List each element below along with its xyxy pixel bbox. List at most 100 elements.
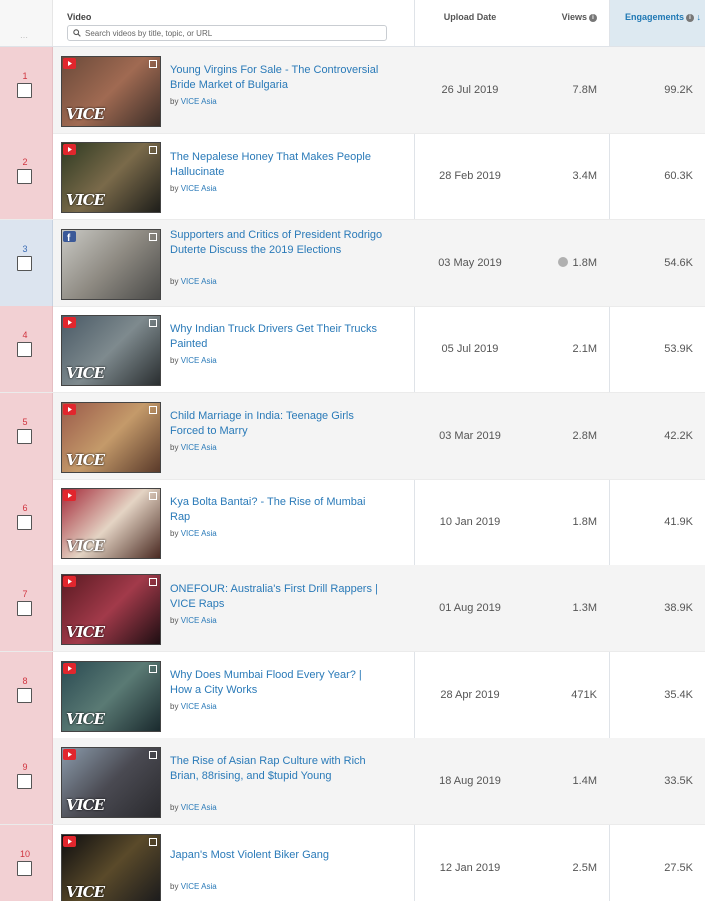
vice-logo: VICE (66, 710, 105, 728)
views-count: 1.3M (530, 602, 597, 614)
table-row[interactable]: 8 VICE Why Does Mumbai Flood Every Year?… (0, 652, 705, 739)
video-thumbnail[interactable]: VICE (61, 488, 161, 559)
table-row[interactable]: 5 VICE Child Marriage in India: Teenage … (0, 393, 705, 480)
byline-prefix: by (170, 356, 179, 365)
external-link-icon[interactable] (149, 146, 157, 154)
engagements-column-header[interactable]: Engagements i ↓ (609, 0, 705, 46)
channel-byline: by VICE Asia (170, 803, 217, 812)
external-link-icon[interactable] (149, 578, 157, 586)
channel-byline: by VICE Asia (170, 443, 217, 452)
upload-date-column-header[interactable]: Upload Date (415, 12, 525, 22)
table-row[interactable]: 2 VICE The Nepalese Honey That Makes Peo… (0, 133, 705, 220)
table-row[interactable]: 10 VICE Japan's Most Violent Biker Gang … (0, 825, 705, 901)
info-icon[interactable]: i (589, 14, 597, 22)
upload-date: 03 May 2019 (438, 257, 502, 269)
row-checkbox[interactable] (17, 342, 32, 357)
sort-descending-icon[interactable]: ↓ (697, 12, 702, 22)
row-checkbox[interactable] (17, 515, 32, 530)
table-row[interactable]: 1 VICE Young Virgins For Sale - The Cont… (0, 47, 705, 134)
video-thumbnail[interactable]: VICE (61, 574, 161, 645)
row-checkbox[interactable] (17, 83, 32, 98)
rank-cell: 5 (0, 393, 53, 479)
external-link-icon[interactable] (149, 665, 157, 673)
video-title-link[interactable]: The Rise of Asian Rap Culture with Rich … (170, 754, 385, 784)
channel-link[interactable]: VICE Asia (181, 277, 217, 286)
views-label: Views (561, 12, 587, 22)
youtube-icon (63, 404, 76, 415)
video-title-link[interactable]: Child Marriage in India: Teenage Girls F… (170, 409, 385, 439)
rank-number: 5 (22, 417, 28, 427)
rank-cell: 7 (0, 565, 53, 651)
table-row[interactable]: 3 f Supporters and Critics of President … (0, 220, 705, 307)
row-checkbox[interactable] (17, 688, 32, 703)
video-title-link[interactable]: Japan's Most Violent Biker Gang (170, 848, 385, 863)
channel-link[interactable]: VICE Asia (181, 616, 217, 625)
row-checkbox[interactable] (17, 774, 32, 789)
row-checkbox[interactable] (17, 169, 32, 184)
vice-logo: VICE (66, 364, 105, 382)
engagements-count: 99.2K (664, 84, 693, 96)
row-checkbox[interactable] (17, 601, 32, 616)
video-column-header[interactable]: Video (67, 12, 91, 22)
video-thumbnail[interactable]: f (61, 229, 161, 300)
channel-link[interactable]: VICE Asia (181, 97, 217, 106)
external-link-icon[interactable] (149, 751, 157, 759)
video-title-link[interactable]: Young Virgins For Sale - The Controversi… (170, 63, 385, 93)
channel-link[interactable]: VICE Asia (181, 803, 217, 812)
vice-logo: VICE (66, 451, 105, 469)
video-title-link[interactable]: Supporters and Critics of President Rodr… (170, 228, 385, 258)
channel-link[interactable]: VICE Asia (181, 184, 217, 193)
table-row[interactable]: 4 VICE Why Indian Truck Drivers Get Thei… (0, 306, 705, 393)
external-link-icon[interactable] (149, 233, 157, 241)
views-column-header[interactable]: Views i (530, 12, 597, 22)
rank-cell: 2 (0, 133, 53, 219)
video-title-link[interactable]: The Nepalese Honey That Makes People Hal… (170, 150, 385, 180)
video-title-link[interactable]: ONEFOUR: Australia's First Drill Rappers… (170, 582, 385, 612)
channel-link[interactable]: VICE Asia (181, 882, 217, 891)
row-checkbox[interactable] (17, 256, 32, 271)
engagements-label: Engagements (624, 12, 684, 22)
video-title-link[interactable]: Kya Bolta Bantai? - The Rise of Mumbai R… (170, 495, 385, 525)
video-title-link[interactable]: Why Indian Truck Drivers Get Their Truck… (170, 322, 385, 352)
video-thumbnail[interactable]: VICE (61, 747, 161, 818)
channel-link[interactable]: VICE Asia (181, 529, 217, 538)
youtube-icon (63, 490, 76, 501)
video-thumbnail[interactable]: VICE (61, 402, 161, 473)
views-value: 1.8M (572, 516, 597, 528)
channel-link[interactable]: VICE Asia (181, 443, 217, 452)
upload-date: 26 Jul 2019 (441, 84, 499, 96)
video-title-link[interactable]: Why Does Mumbai Flood Every Year? | How … (170, 668, 385, 698)
rank-cell: 10 (0, 825, 53, 901)
external-link-icon[interactable] (149, 319, 157, 327)
table-row[interactable]: 7 VICE ONEFOUR: Australia's First Drill … (0, 565, 705, 652)
row-checkbox[interactable] (17, 861, 32, 876)
table-row[interactable]: 9 VICE The Rise of Asian Rap Culture wit… (0, 738, 705, 825)
rank-number: 10 (19, 849, 30, 859)
views-value: 1.8M (572, 257, 597, 269)
row-checkbox[interactable] (17, 429, 32, 444)
video-thumbnail[interactable]: VICE (61, 834, 161, 901)
upload-date: 28 Apr 2019 (440, 689, 500, 701)
video-thumbnail[interactable]: VICE (61, 661, 161, 732)
views-value: 2.1M (572, 343, 597, 355)
search-box[interactable] (67, 25, 387, 41)
external-link-icon[interactable] (149, 492, 157, 500)
external-link-icon[interactable] (149, 838, 157, 846)
info-icon[interactable]: i (685, 14, 694, 22)
channel-byline: by VICE Asia (170, 529, 217, 538)
youtube-icon (63, 749, 76, 760)
channel-link[interactable]: VICE Asia (181, 702, 217, 711)
views-value: 1.4M (572, 775, 597, 787)
channel-byline: by VICE Asia (170, 702, 217, 711)
external-link-icon[interactable] (149, 406, 157, 414)
video-thumbnail[interactable]: VICE (61, 142, 161, 213)
engagements-count: 60.3K (664, 170, 693, 182)
external-link-icon[interactable] (149, 60, 157, 68)
search-input[interactable] (85, 27, 375, 39)
channel-byline: by VICE Asia (170, 97, 217, 106)
video-thumbnail[interactable]: VICE (61, 315, 161, 386)
engagements-count: 35.4K (664, 689, 693, 701)
table-row[interactable]: 6 VICE Kya Bolta Bantai? - The Rise of M… (0, 479, 705, 566)
video-thumbnail[interactable]: VICE (61, 56, 161, 127)
channel-link[interactable]: VICE Asia (181, 356, 217, 365)
